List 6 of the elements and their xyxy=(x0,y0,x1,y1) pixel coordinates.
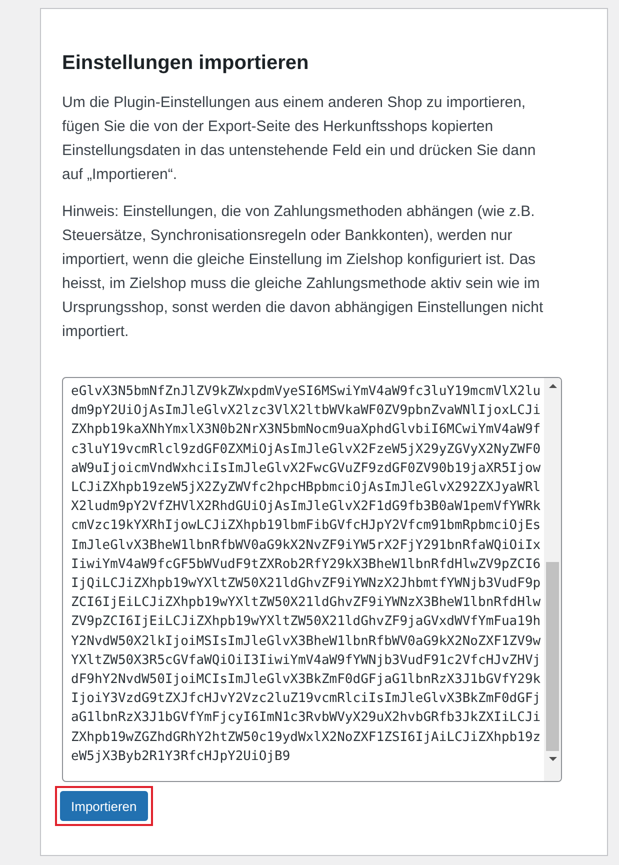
scrollbar[interactable] xyxy=(544,378,561,781)
page-title: Einstellungen importieren xyxy=(62,51,310,76)
settings-textarea[interactable]: eGlvX3N5bmNfZnJlZV9kZWxpdmVyeSI6MSwiYmV4aW9fc3luY19mcmVlX2lu dm9pY2UiOjAsImJleGlvX2lzc3VlX2ltbWVkaWF0ZV9pbnZvaWNlIjoxLCJi ZXhpb19kaXNhYmxlX3N0b2NrX3N5bmNocm9uaXphdGlvbiI6MCwiYmV4aW9f c3luY19vcmRlcl9zdGF0ZXMiOjAsImJleGlvX2FzeW5jX29yZGVyX2NyZWF0 aW9uIjoicmVndWxhciIsImJleGlvX2FwcGVuZF9zdGF0ZV90b19jaXR5Ijow LCJiZXhpb19zeW5jX2ZyZWVfc2hpcHBpbmciOjAsImJleGlvX292ZXJyaWRl X2ludm9pY2VfZHVlX2RhdGUiOjAsImJleGlvX2F1dG9fb3B0aW1pemVfYWRk cmVzc19kYXRhIjowLCJiZXhpb19lbmFibGVfcHJpY2Vfcm91bmRpbmciOjEs ImJleGlvX3BheW1lbnRfbWV0aG9kX2NvZF9iYW5rX2FjY291bnRfaWQiOiIx IiwiYmV4aW9fcGF5bWVudF9tZXRob2RfY29kX3BheW1lbnRfdHlwZV9pZCI6 IjQiLCJiZXhpb19wYXltZW50X21ldGhvZF9iYWNzX2JhbmtfYWNjb3VudF9p ZCI6IjEiLCJiZXhpb19wYXltZW50X21ldGhvZF9iYWNzX3BheW1lbnRfdHlw ZV9pZCI6IjEiLCJiZXhpb19wYXltZW50X21ldGhvZF9jaGVxdWVfYmFua19h Y2NvdW50X2lkIjoiMSIsImJleGlvX3BheW1lbnRfbWV0aG9kX2NoZXF1ZV9w YXltZW50X3R5cGVfaWQiOiI3IiwiYmV4aW9fYWNjb3VudF91c2VfcHJvZHVj dF9hY2NvdW50IjoiMCIsImJleGlvX3BkZmF0dGFjaG1lbnRzX3J1bGVfY29k IjoiY3VzdG9tZXJfcHJvY2Vzc2luZ19vcmRlciIsImJleGlvX3BkZmF0dGFj aG1lbnRzX3J1bGVfYmFjcyI6ImN1c3RvbWVyX29uX2hvbGRfb3JkZXIiLCJi ZXhpb19wZGZhdGRhY2htZW50c19ydWxlX2NoZXF1ZSI6IjAiLCJiZXhpb19z eW5jX3Byb2R1Y3RfcHJpY2UiOjB9 xyxy=(62,377,562,782)
paragraph: Hinweis: Einstellungen, die von Zahlungsmethoden abhängen (wie z.B. Steuersätze, Synchronisationsregeln oder Bankkonten), werden nur importiert, wenn die gleiche Einstellung im Zielshop konfiguriert ist. Das heisst, im Zielshop muss die gleiche Zahlungsmethode aktiv sein wie im Ursprungsshop, sonst werden die davon abhängigen Einstellungen nicht importiert. xyxy=(62,202,544,342)
import-button[interactable]: Importieren xyxy=(60,791,148,821)
paragraph: Um die Plugin-Einstellungen aus einem anderen Shop zu importieren, fügen Sie die von der Export-Seite des Herkunftsshops kopierten Einstellungsdaten in das untenstehende Feld ein und drücken Sie dann auf „Importieren“. xyxy=(62,93,537,185)
